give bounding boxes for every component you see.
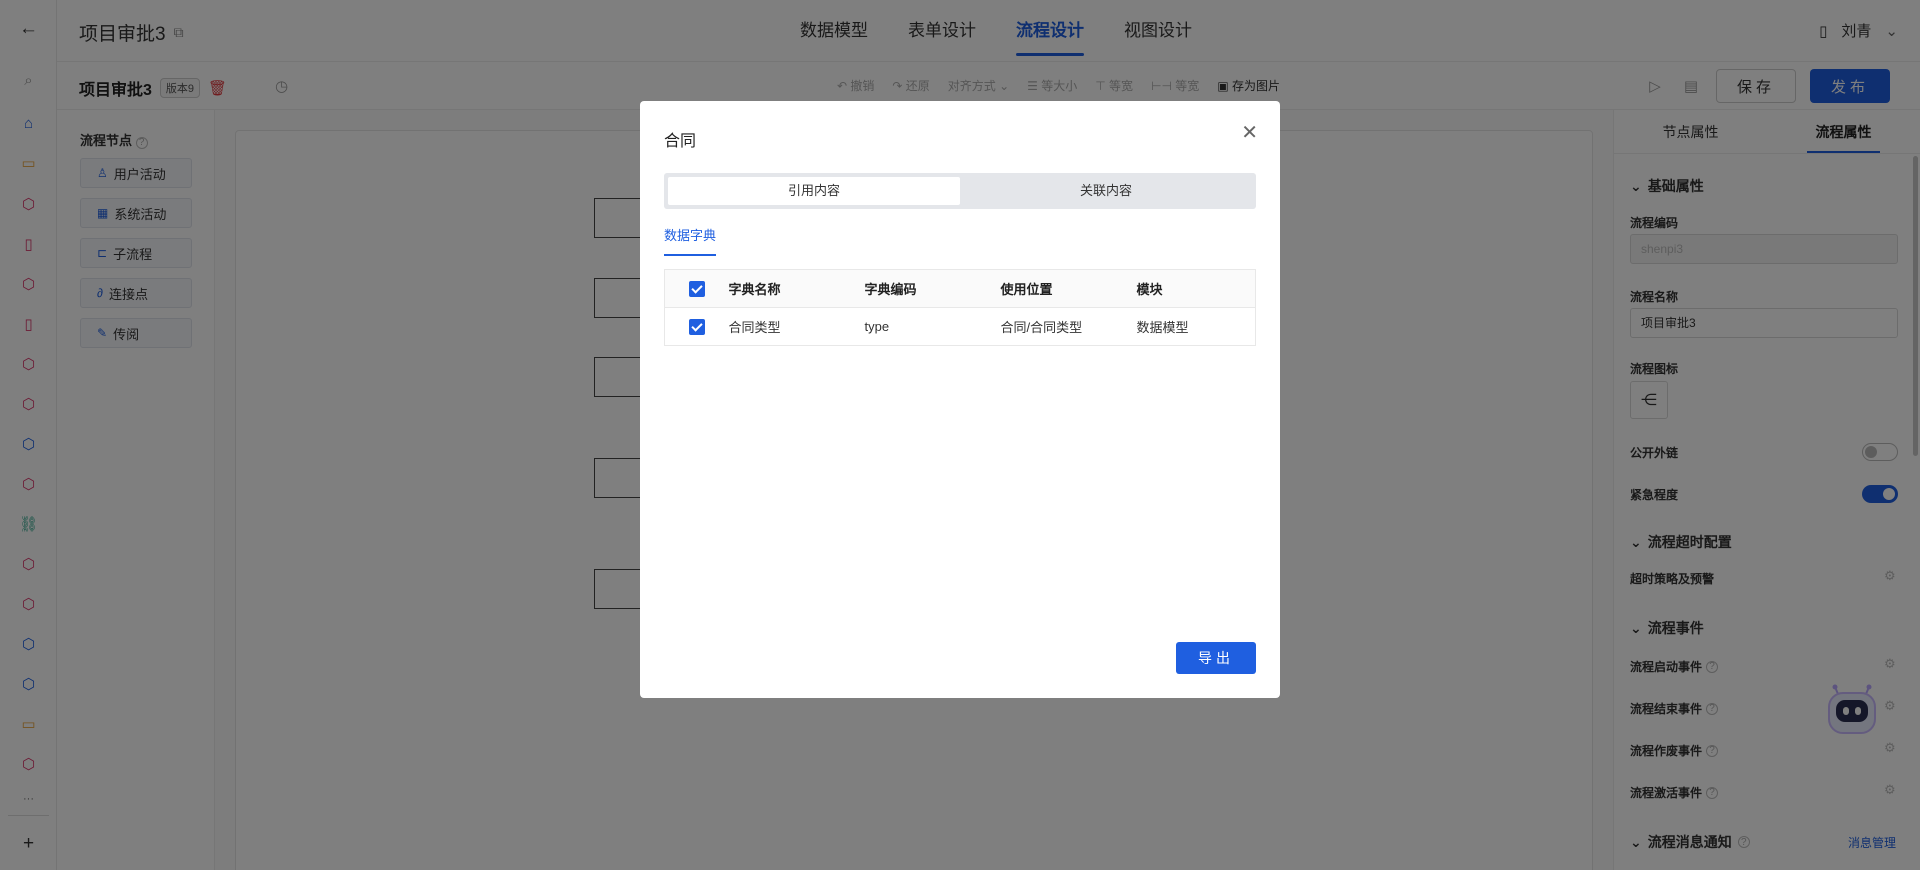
segment-related[interactable]: 关联内容 [960, 177, 1252, 205]
col-dict-code: 字典编码 [864, 269, 1001, 308]
dictionary-table: 字典名称 字典编码 使用位置 模块 合同类型 type 合同/合同类型 数据模型 [664, 269, 1256, 346]
select-all-cell [664, 269, 729, 308]
row-checkbox[interactable] [688, 318, 705, 335]
close-icon[interactable]: ✕ [1241, 123, 1258, 143]
table-row[interactable]: 合同类型 type 合同/合同类型 数据模型 [664, 307, 1256, 346]
segment-referenced[interactable]: 引用内容 [668, 177, 960, 205]
select-all-checkbox[interactable] [688, 280, 705, 297]
export-button[interactable]: 导出 [1176, 642, 1256, 674]
col-location: 使用位置 [1000, 269, 1137, 308]
dialog-title: 合同 [664, 133, 697, 150]
cell-dict-name: 合同类型 [728, 307, 865, 346]
col-dict-name: 字典名称 [728, 269, 865, 308]
cell-location: 合同/合同类型 [1000, 307, 1137, 346]
tab-data-dictionary[interactable]: 数据字典 [664, 225, 717, 256]
col-module: 模块 [1136, 269, 1256, 308]
contract-dialog: 合同 ✕ 引用内容 关联内容 数据字典 字典名称 字典编码 使用位置 模块 合同… [640, 101, 1280, 698]
cell-module: 数据模型 [1136, 307, 1256, 346]
row-select-cell [664, 307, 729, 346]
table-header-row: 字典名称 字典编码 使用位置 模块 [664, 269, 1256, 308]
content-segment: 引用内容 关联内容 [664, 173, 1256, 209]
cell-dict-code: type [864, 307, 1001, 346]
